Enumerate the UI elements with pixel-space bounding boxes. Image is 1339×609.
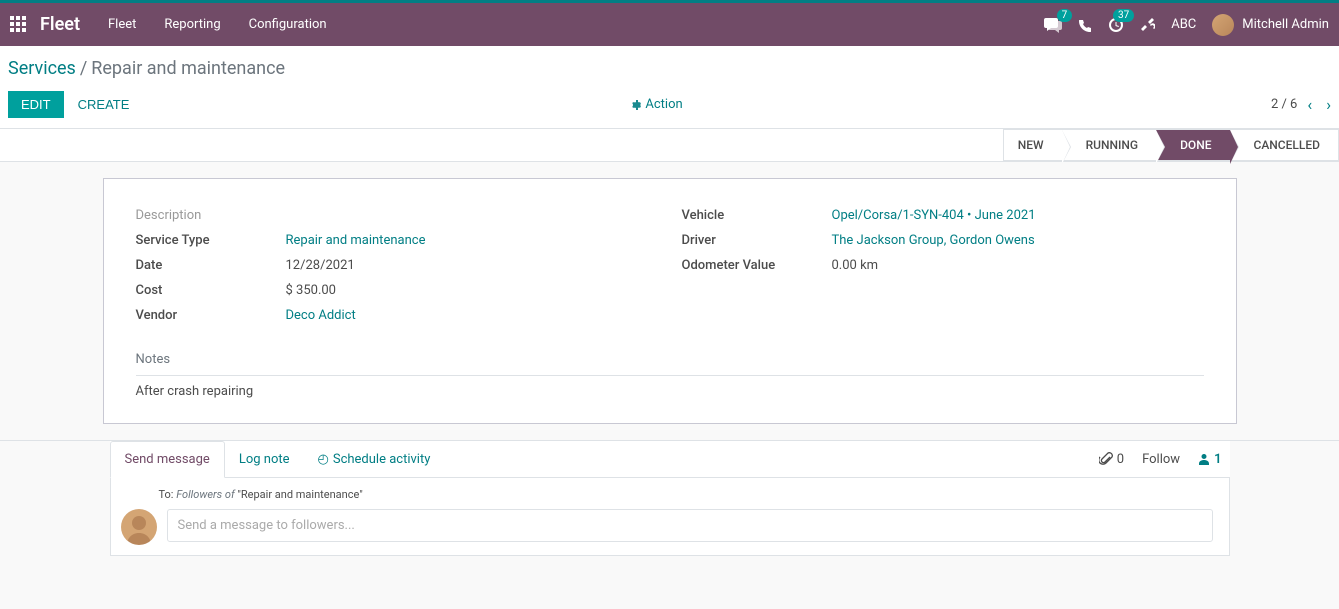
pager-count: 2 / 6 xyxy=(1271,97,1297,112)
edit-button[interactable]: EDIT xyxy=(8,91,64,118)
form-col-right: Vehicle Opel/Corsa/1-SYN-404 • June 2021… xyxy=(682,203,1204,328)
pager: 2 / 6 ‹ › xyxy=(1271,95,1331,114)
notes-section: Notes After crash repairing xyxy=(136,352,1204,399)
user-menu[interactable]: Mitchell Admin xyxy=(1212,14,1329,36)
apps-icon[interactable] xyxy=(10,16,28,34)
tab-log-note[interactable]: Log note xyxy=(225,442,304,477)
value-driver[interactable]: The Jackson Group, Gordon Owens xyxy=(832,233,1204,248)
value-date: 12/28/2021 xyxy=(286,258,658,273)
abc-label[interactable]: ABC xyxy=(1171,17,1196,32)
compose-input[interactable]: Send a message to followers... xyxy=(167,509,1213,542)
person-icon xyxy=(1198,453,1210,465)
follow-button[interactable]: Follow xyxy=(1142,452,1180,467)
menu-configuration[interactable]: Configuration xyxy=(249,17,327,32)
breadcrumb-parent[interactable]: Services xyxy=(8,58,76,79)
status-row: NEW RUNNING DONE CANCELLED xyxy=(0,129,1339,162)
chatter-tabs: Send message Log note ◴Schedule activity… xyxy=(110,441,1230,478)
notes-label: Notes xyxy=(136,352,1204,367)
activity-icon[interactable]: 37 xyxy=(1108,17,1124,33)
status-done[interactable]: DONE xyxy=(1156,129,1229,161)
user-avatar xyxy=(1212,14,1234,36)
action-label: Action xyxy=(645,97,682,112)
label-cost: Cost xyxy=(136,283,286,298)
form-sheet: Description Service Type Repair and main… xyxy=(103,178,1237,424)
value-cost: $ 350.00 xyxy=(286,283,658,298)
compose-area: To: Followers of "Repair and maintenance… xyxy=(110,478,1230,556)
label-date: Date xyxy=(136,258,286,273)
label-service-type: Service Type xyxy=(136,233,286,248)
tab-send-message[interactable]: Send message xyxy=(110,441,225,478)
app-name[interactable]: Fleet xyxy=(40,14,80,35)
chatter-actions: 0 Follow 1 xyxy=(1099,452,1230,467)
value-service-type[interactable]: Repair and maintenance xyxy=(286,233,658,248)
status-cancelled[interactable]: CANCELLED xyxy=(1230,129,1339,161)
menu-fleet[interactable]: Fleet xyxy=(108,17,136,32)
attachments-button[interactable]: 0 xyxy=(1099,452,1124,467)
value-vehicle[interactable]: Opel/Corsa/1-SYN-404 • June 2021 xyxy=(832,208,1204,223)
attach-count: 0 xyxy=(1117,452,1124,467)
form-col-left: Description Service Type Repair and main… xyxy=(136,203,658,328)
breadcrumb: Services/Repair and maintenance xyxy=(8,58,1331,79)
label-driver: Driver xyxy=(682,233,832,248)
divider xyxy=(136,375,1204,376)
create-button[interactable]: CREATE xyxy=(78,92,130,117)
chatter: Send message Log note ◴Schedule activity… xyxy=(110,441,1230,556)
notes-body: After crash repairing xyxy=(136,384,1204,399)
compose-avatar xyxy=(121,509,157,545)
activity-badge: 37 xyxy=(1113,9,1134,22)
phone-icon[interactable] xyxy=(1078,18,1092,32)
value-description xyxy=(286,208,658,223)
followers-button[interactable]: 1 xyxy=(1198,452,1221,467)
clock-icon: ◴ xyxy=(318,452,329,467)
pager-next-icon[interactable]: › xyxy=(1326,95,1331,114)
breadcrumb-current: Repair and maintenance xyxy=(91,58,285,79)
main-menu: Fleet Reporting Configuration xyxy=(108,17,327,32)
statusbar: NEW RUNNING DONE CANCELLED xyxy=(1003,129,1339,161)
content-header: Services/Repair and maintenance EDIT CRE… xyxy=(0,46,1339,129)
label-vendor: Vendor xyxy=(136,308,286,323)
value-vendor[interactable]: Deco Addict xyxy=(286,308,658,323)
pager-prev-icon[interactable]: ‹ xyxy=(1307,95,1312,114)
status-running[interactable]: RUNNING xyxy=(1062,129,1157,161)
chat-badge: 7 xyxy=(1057,9,1073,22)
tools-icon[interactable] xyxy=(1140,17,1155,32)
followers-count: 1 xyxy=(1214,452,1221,467)
tab-schedule-activity[interactable]: ◴Schedule activity xyxy=(304,442,445,477)
topbar-right: 7 37 ABC Mitchell Admin xyxy=(1044,14,1329,36)
compose-to: To: Followers of "Repair and maintenance… xyxy=(159,488,1229,501)
gear-icon xyxy=(629,99,641,111)
action-dropdown[interactable]: Action xyxy=(629,97,682,112)
label-vehicle: Vehicle xyxy=(682,208,832,223)
status-new[interactable]: NEW xyxy=(1003,129,1062,161)
form-sheet-bg: Description Service Type Repair and main… xyxy=(0,162,1339,441)
value-odometer: 0.00 km xyxy=(832,258,1204,273)
topbar: Fleet Fleet Reporting Configuration 7 37… xyxy=(0,0,1339,46)
label-description: Description xyxy=(136,208,286,223)
chat-icon[interactable]: 7 xyxy=(1044,17,1062,33)
toolbar: EDIT CREATE Action 2 / 6 ‹ › xyxy=(8,91,1331,128)
menu-reporting[interactable]: Reporting xyxy=(164,17,220,32)
label-odometer: Odometer Value xyxy=(682,258,832,273)
paperclip-icon xyxy=(1099,452,1113,466)
user-name: Mitchell Admin xyxy=(1242,17,1329,32)
